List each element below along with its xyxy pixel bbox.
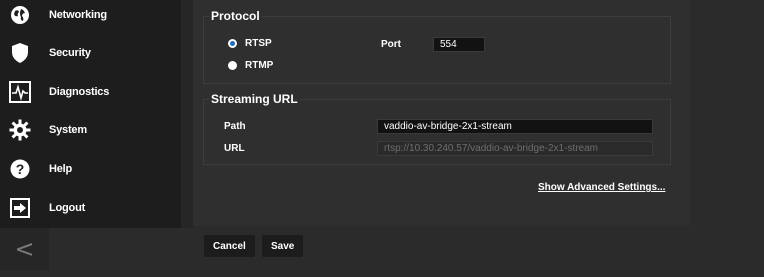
sidebar-item-diagnostics[interactable]: Diagnostics	[0, 73, 181, 111]
sidebar-item-label: Networking	[49, 9, 107, 21]
sidebar-item-security[interactable]: Security	[0, 34, 181, 72]
rtmp-radio[interactable]: RTMP	[228, 60, 273, 71]
streaming-settings-panel: Protocol RTSP RTMP Port Streaming URL Pa…	[193, 0, 690, 226]
sidebar-item-logout[interactable]: Logout	[0, 189, 181, 227]
sidebar-item-label: Logout	[49, 202, 86, 214]
protocol-title: Protocol	[209, 9, 262, 23]
sidebar-item-help[interactable]: ? Help	[0, 150, 181, 188]
chevron-left-icon: <	[14, 235, 35, 263]
cancel-button[interactable]: Cancel	[204, 235, 255, 257]
rtmp-label: RTMP	[245, 60, 274, 71]
sidebar-item-label: Help	[49, 163, 73, 175]
url-field[interactable]	[377, 141, 653, 156]
sidebar-edge	[181, 0, 193, 228]
port-label: Port	[381, 39, 401, 50]
show-advanced-settings-link[interactable]: Show Advanced Settings...	[538, 182, 665, 193]
rtsp-radio[interactable]: RTSP	[228, 38, 272, 49]
sidebar-item-label: Security	[49, 47, 91, 59]
pulse-icon	[9, 81, 31, 103]
path-label: Path	[224, 121, 246, 132]
radio-unselected-icon	[228, 61, 237, 70]
radio-selected-icon	[228, 39, 237, 48]
sidebar-item-system[interactable]: System	[0, 111, 181, 149]
svg-text:?: ?	[16, 161, 25, 177]
sidebar-item-label: Diagnostics	[49, 86, 110, 98]
shield-icon	[9, 42, 31, 64]
rtsp-label: RTSP	[245, 38, 272, 49]
sidebar: Networking Security Diagnostics System ?…	[0, 0, 181, 228]
url-label: URL	[224, 143, 245, 154]
save-button[interactable]: Save	[262, 235, 304, 257]
sidebar-item-label: System	[49, 124, 87, 136]
path-input[interactable]	[377, 119, 653, 134]
collapse-sidebar-button[interactable]: <	[0, 228, 49, 270]
sidebar-item-networking[interactable]: Networking	[0, 0, 181, 34]
port-input[interactable]	[433, 37, 485, 52]
streaming-url-title: Streaming URL	[209, 92, 300, 106]
logout-icon	[9, 197, 31, 219]
help-icon: ?	[9, 158, 31, 180]
globe-icon	[9, 4, 31, 26]
gear-icon	[9, 119, 31, 141]
